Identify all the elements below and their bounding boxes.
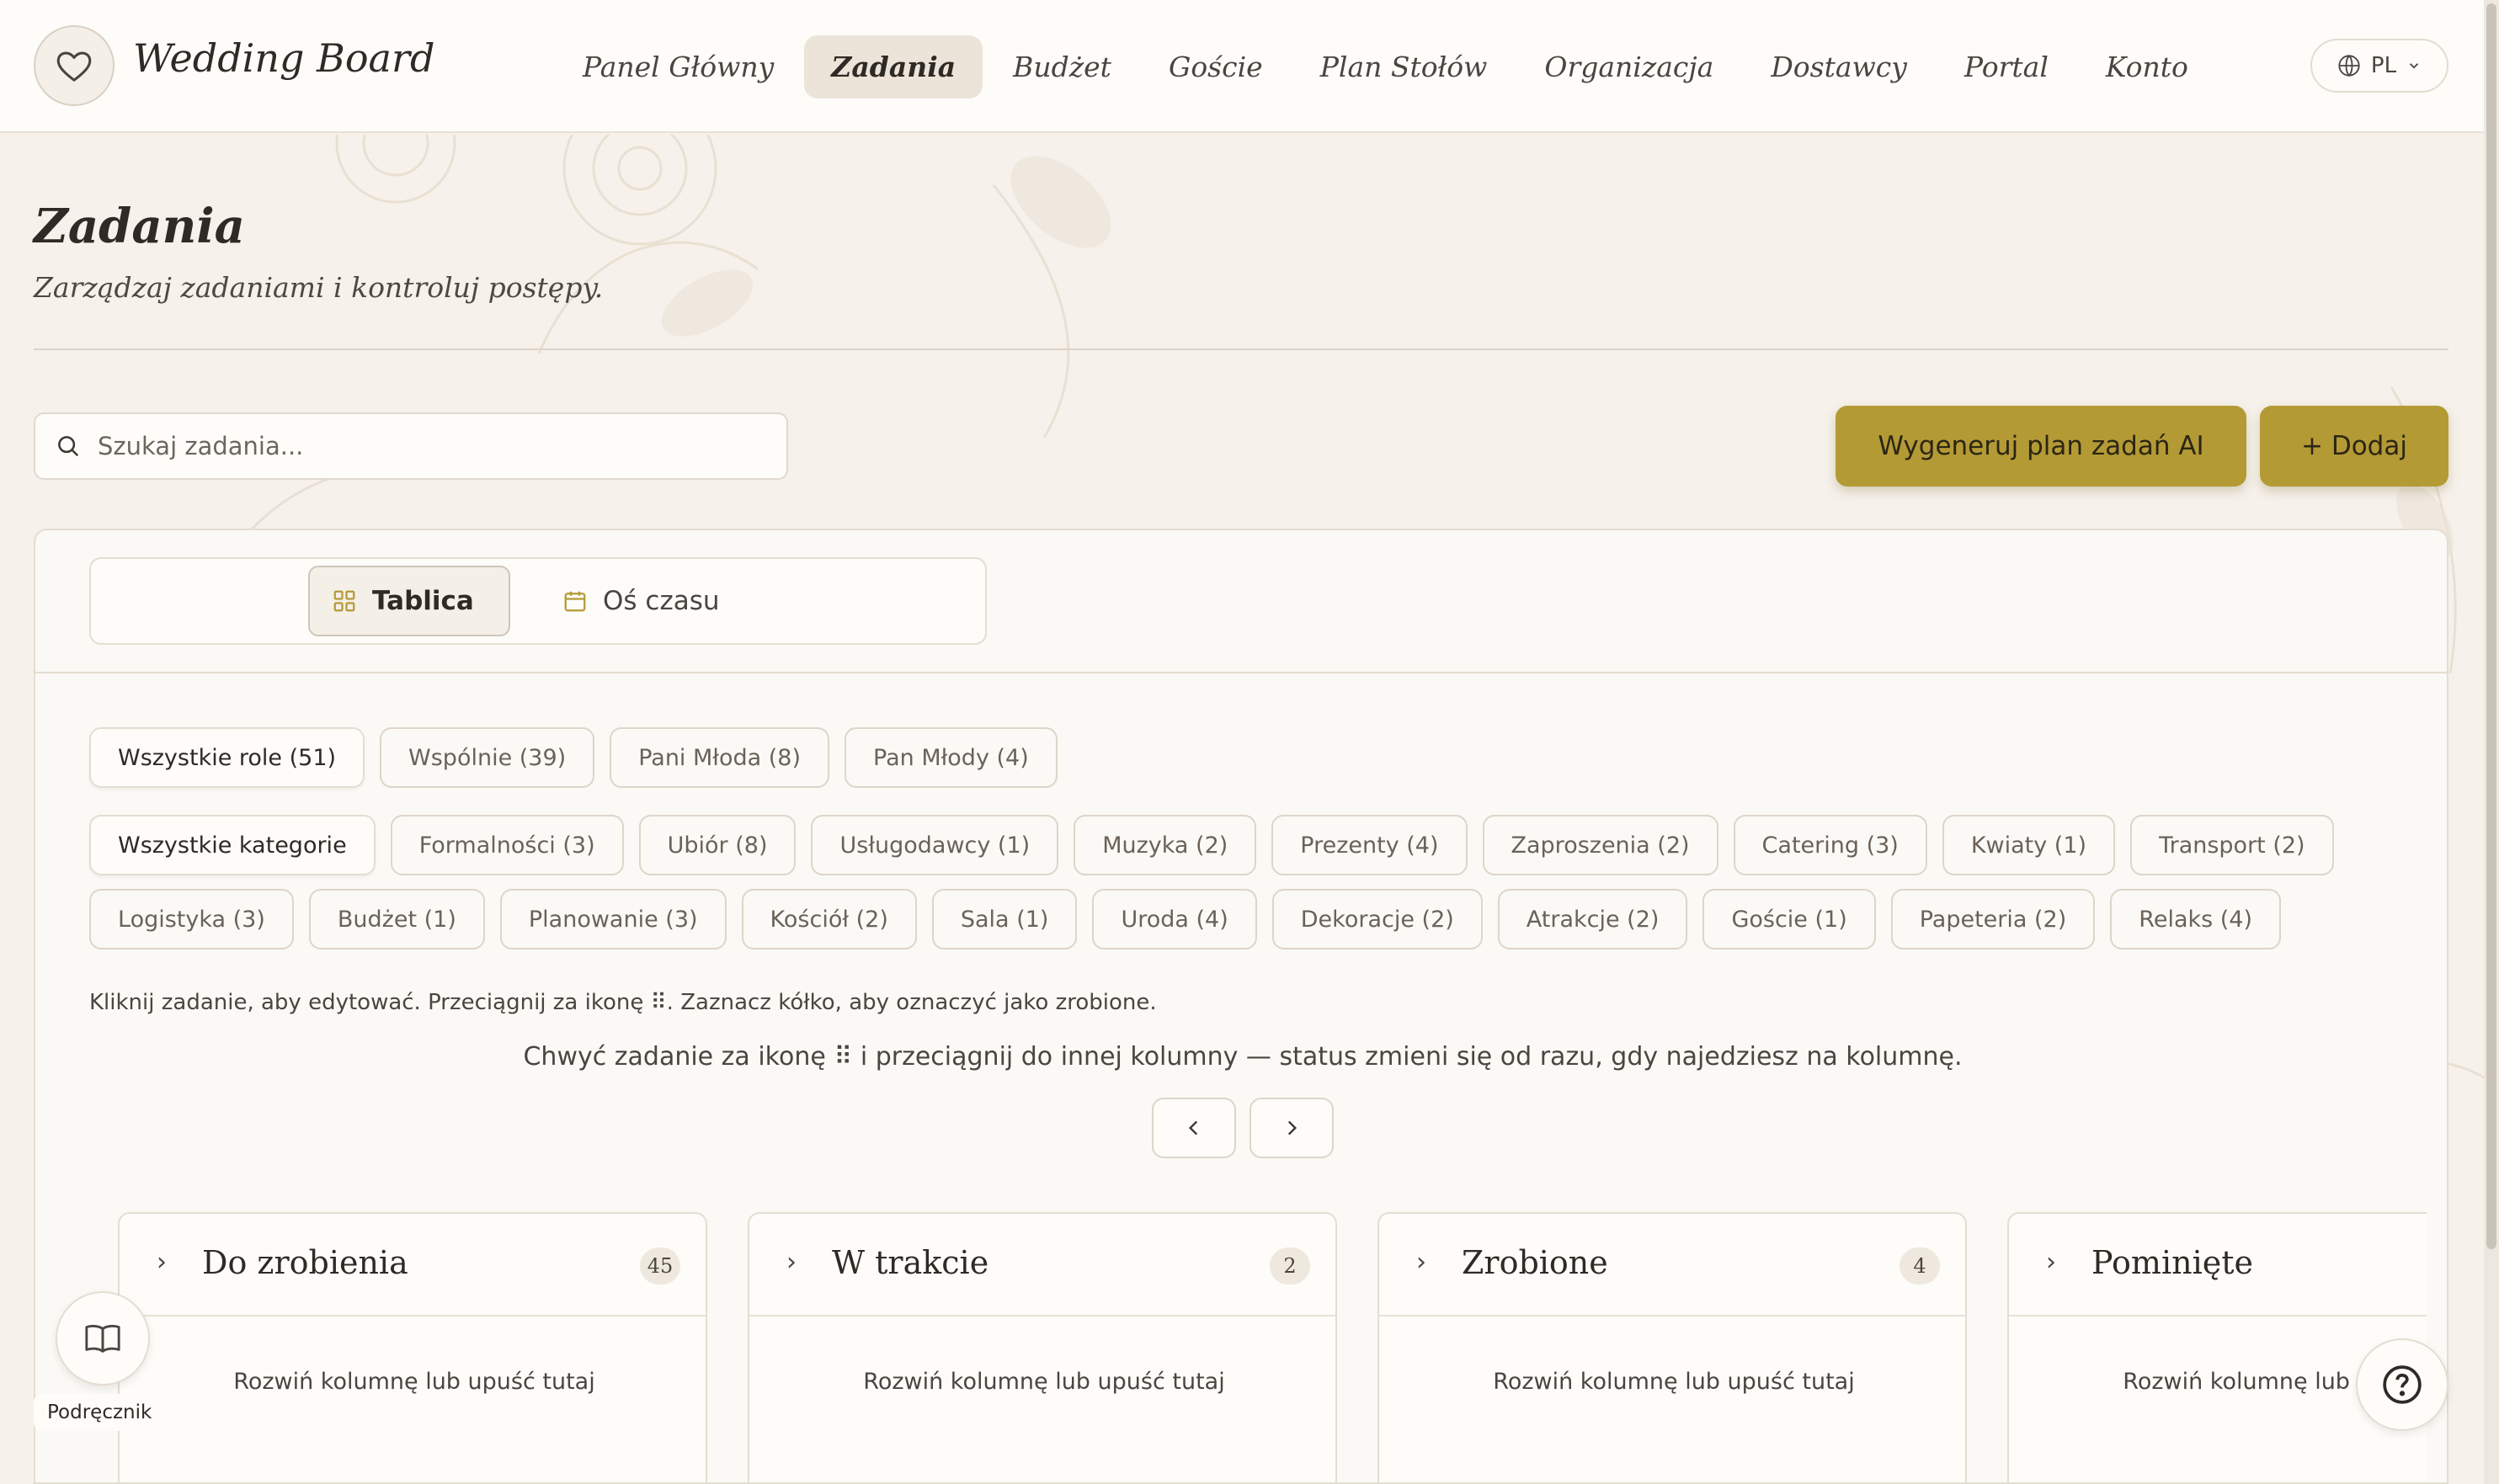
tasks-board-card: Tablica Oś czasu Wszystkie role (51) Wsp… <box>34 529 2448 1484</box>
category-chip[interactable]: Papeteria (2) <box>1890 889 2096 949</box>
toggle-divider <box>35 672 2447 673</box>
kanban-column-skipped[interactable]: › Pominięte Rozwiń kolumnę lub upuść tut… <box>2007 1212 2427 1482</box>
column-header[interactable]: › Do zrobienia 45 <box>120 1214 706 1316</box>
chevron-down-icon <box>2409 63 2419 69</box>
nav-dostawcy[interactable]: Dostawcy <box>1744 35 1934 98</box>
column-count-badge: 2 <box>1270 1247 1310 1285</box>
columns-prev-button[interactable] <box>1152 1098 1236 1158</box>
category-chip[interactable]: Goście (1) <box>1702 889 1876 949</box>
nav-portal[interactable]: Portal <box>1937 35 2075 98</box>
column-dropzone-text: Rozwiń kolumnę lub upuść tutaj <box>233 1369 595 1395</box>
column-header[interactable]: › W trakcie 2 <box>749 1214 1335 1316</box>
globe-icon <box>2338 55 2360 77</box>
column-dropzone-text: Rozwiń kolumnę lub upuść tutaj <box>1493 1369 1855 1395</box>
header-divider <box>34 348 2448 350</box>
kanban-columns: › Do zrobienia 45 Rozwiń kolumnę lub upu… <box>118 1212 2427 1482</box>
page-title: Zadania <box>34 199 245 254</box>
column-header[interactable]: › Pominięte <box>2009 1214 2427 1316</box>
column-count-badge: 4 <box>1900 1247 1940 1285</box>
role-chip-all[interactable]: Wszystkie role (51) <box>89 727 365 788</box>
view-timeline-label: Oś czasu <box>603 586 720 616</box>
edit-hint: Kliknij zadanie, aby edytować. Przeciągn… <box>89 990 1157 1015</box>
column-count-badge: 45 <box>640 1247 680 1285</box>
category-chip[interactable]: Catering (3) <box>1733 815 1927 875</box>
column-title: Pominięte <box>2091 1244 2253 1281</box>
category-chip[interactable]: Relaks (4) <box>2110 889 2282 949</box>
category-chip[interactable]: Uroda (4) <box>1092 889 1257 949</box>
view-board-button[interactable]: Tablica <box>308 566 510 636</box>
category-chip-all[interactable]: Wszystkie kategorie <box>89 815 376 875</box>
column-title: Zrobione <box>1462 1244 1608 1281</box>
kanban-column-in-progress[interactable]: › W trakcie 2 Rozwiń kolumnę lub upuść t… <box>748 1212 1337 1482</box>
column-header[interactable]: › Zrobione 4 <box>1379 1214 1965 1316</box>
chevron-right-icon: › <box>786 1247 797 1277</box>
category-chip[interactable]: Planowanie (3) <box>499 889 727 949</box>
heart-icon <box>56 51 92 82</box>
role-chip-pan-mlody[interactable]: Pan Młody (4) <box>845 727 1058 788</box>
nav-budzet[interactable]: Budżet <box>986 35 1138 98</box>
category-chip[interactable]: Formalności (3) <box>390 815 624 875</box>
language-label: PL <box>2370 53 2397 78</box>
handbook-label[interactable]: Podręcznik <box>34 1394 166 1431</box>
category-chip[interactable]: Usługodawcy (1) <box>811 815 1059 875</box>
role-chip-pani-mloda[interactable]: Pani Młoda (8) <box>610 727 830 788</box>
scrollbar-thumb[interactable] <box>2486 3 2496 1249</box>
role-filter-row: Wszystkie role (51) Wspólnie (39) Pani M… <box>89 727 1058 788</box>
brand-logo-text[interactable]: Wedding Board <box>133 35 434 81</box>
book-open-icon <box>85 1324 120 1353</box>
category-chip[interactable]: Dekoracje (2) <box>1271 889 1483 949</box>
grid-icon <box>333 590 355 612</box>
category-chip[interactable]: Ubiór (8) <box>638 815 797 875</box>
nav-zadania[interactable]: Zadania <box>804 35 983 98</box>
kanban-column-done[interactable]: › Zrobione 4 Rozwiń kolumnę lub upuść tu… <box>1377 1212 1967 1482</box>
chevron-right-icon <box>1287 1120 1297 1136</box>
page-subtitle: Zarządzaj zadaniami i kontroluj postępy. <box>34 271 604 304</box>
handbook-button[interactable] <box>56 1291 150 1386</box>
category-chip[interactable]: Prezenty (4) <box>1271 815 1468 875</box>
column-title: Do zrobienia <box>202 1244 408 1281</box>
language-select[interactable]: PL <box>2310 39 2448 93</box>
category-filter-row-1: Wszystkie kategorie Formalności (3) Ubió… <box>89 815 2334 875</box>
generate-ai-plan-button[interactable]: Wygeneruj plan zadań AI <box>1836 406 2246 487</box>
add-task-button[interactable]: + Dodaj <box>2260 406 2448 487</box>
category-chip[interactable]: Transport (2) <box>2130 815 2334 875</box>
chevron-right-icon: › <box>1416 1247 1426 1277</box>
columns-next-button[interactable] <box>1250 1098 1334 1158</box>
top-navbar: Wedding Board Panel Główny Zadania Budże… <box>0 0 2499 133</box>
column-title: W trakcie <box>832 1244 989 1281</box>
view-timeline-button[interactable]: Oś czasu <box>541 566 742 636</box>
category-chip[interactable]: Zaproszenia (2) <box>1482 815 1718 875</box>
category-chip[interactable]: Muzyka (2) <box>1074 815 1257 875</box>
search-icon <box>58 436 79 457</box>
view-toggle: Tablica Oś czasu <box>89 557 987 645</box>
category-chip[interactable]: Kościół (2) <box>741 889 917 949</box>
category-chip[interactable]: Atrakcje (2) <box>1497 889 1688 949</box>
column-dropzone-text: Rozwiń kolumnę lub upuść tutaj <box>863 1369 1225 1395</box>
nav-panel-glowny[interactable]: Panel Główny <box>556 35 801 98</box>
nav-organizacja[interactable]: Organizacja <box>1517 35 1740 98</box>
nav-konto[interactable]: Konto <box>2079 35 2215 98</box>
logo-heart-button[interactable] <box>34 25 115 106</box>
category-chip[interactable]: Logistyka (3) <box>89 889 294 949</box>
category-chip[interactable]: Sala (1) <box>931 889 1078 949</box>
chevron-left-icon <box>1188 1120 1198 1136</box>
search-input[interactable] <box>98 432 754 460</box>
category-chip[interactable]: Budżet (1) <box>308 889 485 949</box>
drag-instruction: Chwyć zadanie za ikonę ⠿ i przeciągnij d… <box>523 1042 1963 1072</box>
chevron-right-icon: › <box>2046 1247 2056 1277</box>
category-chip[interactable]: Kwiaty (1) <box>1942 815 2116 875</box>
role-chip-wspolnie[interactable]: Wspólnie (39) <box>380 727 595 788</box>
nav-goscie[interactable]: Goście <box>1142 35 1290 98</box>
search-box <box>34 412 788 480</box>
chevron-right-icon: › <box>157 1247 167 1277</box>
kanban-column-todo[interactable]: › Do zrobienia 45 Rozwiń kolumnę lub upu… <box>118 1212 707 1482</box>
view-board-label: Tablica <box>372 586 474 616</box>
calendar-icon <box>564 591 586 612</box>
help-circle-icon <box>2383 1365 2422 1404</box>
help-button[interactable] <box>2356 1338 2448 1431</box>
category-filter-row-2: Logistyka (3) Budżet (1) Planowanie (3) … <box>89 889 2282 949</box>
main-nav: Panel Główny Zadania Budżet Goście Plan … <box>556 32 2215 101</box>
nav-plan-stolow[interactable]: Plan Stołów <box>1293 35 1515 98</box>
